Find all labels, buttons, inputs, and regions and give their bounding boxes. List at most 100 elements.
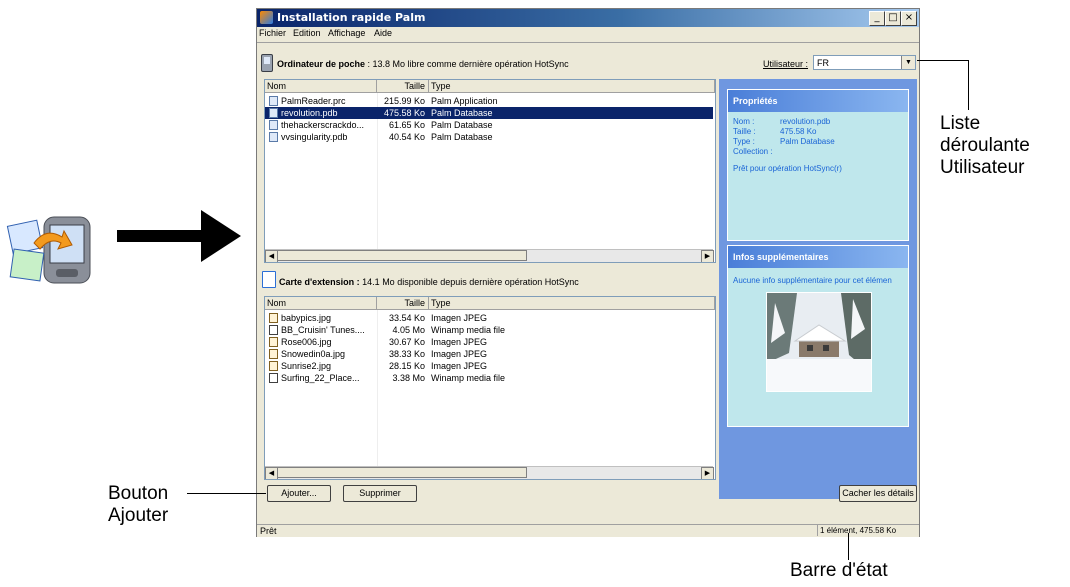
file-size: 61.65 Ko — [388, 120, 425, 130]
extra-info-heading: Infos supplémentaires — [728, 246, 908, 268]
file-name: Sunrise2.jpg — [281, 361, 332, 371]
image-file-icon — [269, 349, 278, 359]
prop-size-key: Taille : — [733, 127, 756, 136]
callout-user-line2: déroulante — [940, 135, 1030, 156]
list-item-selected[interactable]: revolution.pdb 475.58 Ko Palm Database — [265, 107, 713, 119]
scroll-thumb[interactable] — [277, 250, 527, 261]
callout-status-bar: Barre d'état — [790, 560, 888, 581]
status-bar: Prêt 1 élément, 475.58 Ko — [257, 524, 919, 537]
file-type: Palm Database — [431, 108, 493, 118]
list-item[interactable]: BB_Cruisin' Tunes.... 4.05 Mo Winamp med… — [265, 324, 713, 336]
palm-file-icon — [269, 120, 278, 130]
callout-add-button: Bouton Ajouter — [108, 483, 168, 527]
user-label: Utilisateur : — [763, 59, 809, 69]
file-name: PalmReader.prc — [281, 96, 346, 106]
extra-info-panel: Infos supplémentaires Aucune info supplé… — [727, 245, 909, 427]
col-header-type[interactable]: Type — [429, 297, 715, 310]
file-name: thehackerscrackdo... — [281, 120, 365, 130]
properties-panel: Propriétés Nom : revolution.pdb Taille :… — [727, 89, 909, 241]
file-size: 3.38 Mo — [392, 373, 425, 383]
menu-fichier[interactable]: Fichier — [259, 28, 286, 38]
palm-file-icon — [269, 108, 278, 118]
prop-type-value: Palm Database — [780, 137, 835, 146]
maximize-button[interactable]: □ — [885, 11, 901, 26]
quick-install-app-icon — [6, 213, 94, 291]
callout-user-list: Liste déroulante Utilisateur — [940, 113, 1030, 179]
media-file-icon — [269, 325, 278, 335]
card-info: 14.1 Mo disponible depuis dernière opéra… — [359, 277, 579, 287]
handheld-icon — [261, 54, 273, 72]
scroll-right-icon[interactable]: ▶ — [701, 250, 714, 262]
card-label: Carte d'extension : — [279, 277, 360, 287]
prop-name-value: revolution.pdb — [780, 117, 831, 126]
file-type: Palm Application — [431, 96, 498, 106]
status-text: Prêt — [260, 526, 277, 536]
col-header-size[interactable]: Taille — [377, 297, 429, 310]
hotsync-status: Prêt pour opération HotSync(r) — [733, 164, 842, 173]
file-size: 4.05 Mo — [392, 325, 425, 335]
dropdown-arrow-icon[interactable]: ▼ — [901, 56, 915, 69]
arrow-right-icon — [117, 210, 241, 262]
scroll-right-icon[interactable]: ▶ — [701, 467, 714, 479]
file-size: 215.99 Ko — [383, 96, 425, 106]
file-type: Imagen JPEG — [431, 349, 488, 359]
list-item[interactable]: babypics.jpg 33.54 Ko Imagen JPEG — [265, 312, 713, 324]
callout-add-line2: Ajouter — [108, 505, 169, 526]
list-item[interactable]: Snowedin0a.jpg 38.33 Ko Imagen JPEG — [265, 348, 713, 360]
list-item[interactable]: Sunrise2.jpg 28.15 Ko Imagen JPEG — [265, 360, 713, 372]
prop-size-value: 475.58 Ko — [780, 127, 817, 136]
image-file-icon — [269, 313, 278, 323]
status-panel: 1 élément, 475.58 Ko — [817, 525, 920, 536]
col-header-type[interactable]: Type — [429, 80, 715, 93]
list-item[interactable]: Rose006.jpg 30.67 Ko Imagen JPEG — [265, 336, 713, 348]
horizontal-scrollbar[interactable]: ◀ ▶ — [265, 249, 714, 262]
image-file-icon — [269, 361, 278, 371]
callout-line-add — [187, 493, 266, 494]
title-bar: Installation rapide Palm _ □ × — [257, 9, 919, 27]
horizontal-scrollbar[interactable]: ◀ ▶ — [265, 466, 714, 479]
handheld-info: : 13.8 Mo libre comme dernière opération… — [365, 59, 569, 69]
file-size: 475.58 Ko — [383, 108, 425, 118]
col-header-size[interactable]: Taille — [377, 80, 429, 93]
handheld-header: Ordinateur de poche : 13.8 Mo libre comm… — [277, 59, 569, 69]
add-button[interactable]: Ajouter... — [267, 485, 331, 502]
remove-button[interactable]: Supprimer — [343, 485, 417, 502]
callout-line-user-vertical — [968, 60, 969, 110]
file-type: Winamp media file — [431, 325, 506, 335]
callout-line-user — [917, 60, 969, 61]
menu-edition[interactable]: Edition — [293, 28, 321, 38]
app-icon — [260, 11, 273, 24]
file-size: 38.33 Ko — [388, 349, 425, 359]
card-header: Carte d'extension : 14.1 Mo disponible d… — [279, 277, 579, 287]
user-dropdown[interactable]: FR ▼ — [813, 55, 916, 70]
card-file-list: Nom Taille Type babypics.jpg 33.54 Ko Im… — [264, 296, 716, 480]
file-name: BB_Cruisin' Tunes.... — [281, 325, 365, 335]
list-item[interactable]: PalmReader.prc 215.99 Ko Palm Applicatio… — [265, 95, 713, 107]
menu-affichage[interactable]: Affichage — [328, 28, 365, 38]
file-name: revolution.pdb — [281, 108, 338, 118]
scroll-thumb[interactable] — [277, 467, 527, 478]
snow-photo-preview — [766, 292, 872, 392]
callout-user-line1: Liste — [940, 113, 981, 134]
col-header-name[interactable]: Nom — [265, 297, 377, 310]
palm-file-icon — [269, 132, 278, 142]
close-button[interactable]: × — [901, 11, 917, 26]
file-type: Palm Database — [431, 132, 493, 142]
prop-name-key: Nom : — [733, 117, 755, 126]
palm-file-icon — [269, 96, 278, 106]
file-size: 33.54 Ko — [388, 313, 425, 323]
file-size: 28.15 Ko — [388, 361, 425, 371]
hide-details-button[interactable]: Cacher les détails — [839, 485, 917, 502]
list-item[interactable]: vvsingularity.pdb 40.54 Ko Palm Database — [265, 131, 713, 143]
callout-user-line3: Utilisateur — [940, 157, 1025, 178]
list-item[interactable]: Surfing_22_Place... 3.38 Mo Winamp media… — [265, 372, 713, 384]
menu-bar: Fichier Edition Affichage Aide — [257, 27, 919, 41]
window-title: Installation rapide Palm — [277, 11, 426, 24]
properties-heading: Propriétés — [728, 90, 908, 112]
file-size: 30.67 Ko — [388, 337, 425, 347]
file-type: Palm Database — [431, 120, 493, 130]
col-header-name[interactable]: Nom — [265, 80, 377, 93]
menu-aide[interactable]: Aide — [374, 28, 392, 38]
list-item[interactable]: thehackerscrackdo... 61.65 Ko Palm Datab… — [265, 119, 713, 131]
minimize-button[interactable]: _ — [869, 11, 885, 26]
